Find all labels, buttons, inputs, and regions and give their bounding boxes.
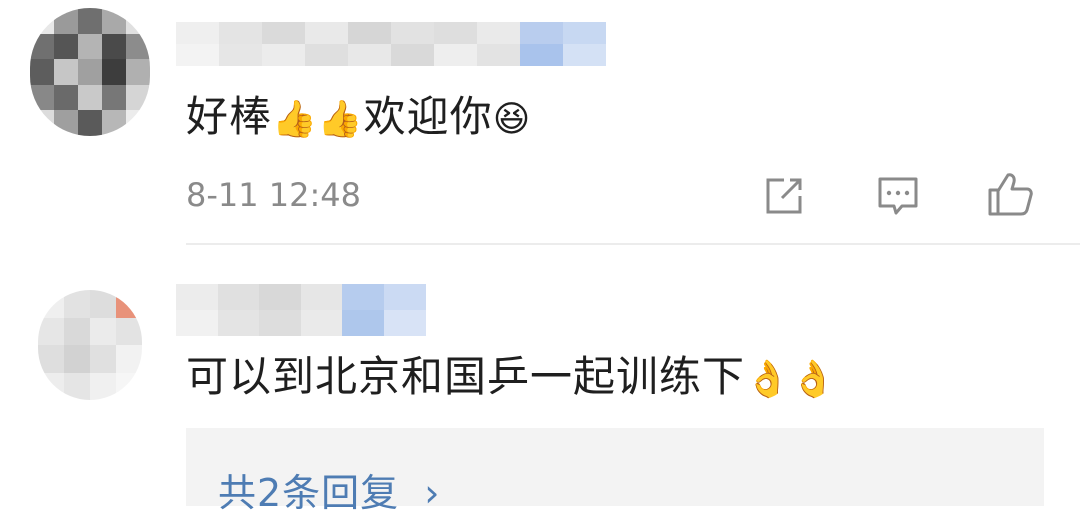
view-replies-label: 共2条回复 (218, 471, 400, 515)
share-button[interactable] (758, 170, 810, 222)
ok-hand-emoji-icon: 👌 (790, 358, 837, 400)
username[interactable] (176, 22, 606, 66)
reply-comment-icon (878, 177, 918, 215)
view-replies-link[interactable]: 共2条回复 › (218, 462, 440, 517)
reply-button[interactable] (872, 170, 924, 222)
share-icon (766, 178, 802, 214)
comment-text: 可以到北京和国乒一起训练下👌👌 (186, 352, 837, 405)
like-button[interactable] (984, 168, 1036, 220)
comment-text-part: 好棒 (186, 92, 273, 141)
username[interactable] (176, 284, 426, 336)
like-icon (988, 173, 1033, 216)
ok-hand-emoji-icon: 👌 (745, 358, 791, 400)
comment-text-part: 欢迎你 (363, 92, 493, 141)
laughing-emoji-icon: 😆 (492, 98, 532, 140)
avatar[interactable] (30, 8, 150, 136)
comment-timestamp: 8-11 12:48 (186, 176, 362, 214)
thumbs-up-emoji-icon: 👍 (272, 98, 318, 140)
thumbs-up-emoji-icon: 👍 (317, 98, 364, 140)
comment-text: 好棒👍👍欢迎你😆 (186, 92, 531, 145)
avatar[interactable] (38, 290, 142, 400)
comment-divider (186, 243, 1080, 245)
chevron-right-icon: › (424, 471, 441, 515)
comment-text-part: 可以到北京和国乒一起训练下 (186, 352, 746, 401)
